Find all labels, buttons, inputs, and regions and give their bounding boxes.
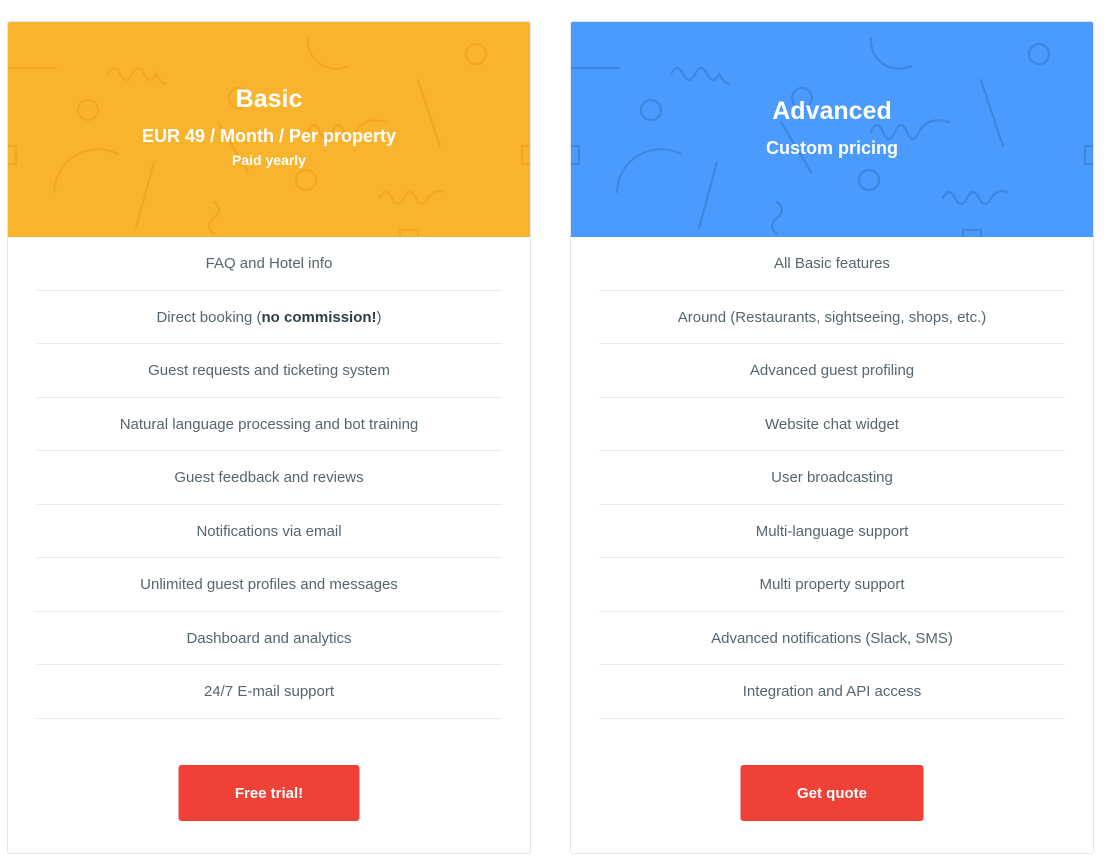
feature-item: Direct booking (no commission!) [36, 291, 502, 344]
feature-list: FAQ and Hotel info Direct booking (no co… [8, 237, 530, 719]
feature-item: Multi property support [599, 558, 1065, 612]
plan-header-advanced: Advanced Custom pricing [571, 22, 1093, 237]
feature-item: Natural language processing and bot trai… [36, 398, 502, 451]
feature-item: 24/7 E-mail support [36, 665, 502, 719]
feature-item: FAQ and Hotel info [36, 237, 502, 291]
plan-name: Advanced [772, 97, 892, 125]
free-trial-button[interactable]: Free trial! [178, 765, 360, 821]
plan-name: Basic [235, 85, 303, 113]
plan-price: Custom pricing [765, 138, 898, 158]
feature-item: Advanced guest profiling [599, 344, 1065, 398]
feature-highlight: no commission! [261, 308, 377, 326]
feature-text: Direct booking ( [156, 308, 262, 326]
feature-item: Guest requests and ticketing system [36, 344, 502, 398]
feature-list: All Basic features Around (Restaurants, … [571, 237, 1093, 719]
feature-item: Multi-language support [599, 505, 1065, 558]
feature-item: Website chat widget [599, 398, 1065, 451]
feature-item: Advanced notifications (Slack, SMS) [599, 612, 1065, 665]
pricing-card-basic: Basic EUR 49 / Month / Per property Paid… [7, 21, 531, 854]
plan-price: EUR 49 / Month / Per property [141, 126, 397, 146]
feature-text: ) [376, 308, 382, 326]
pricing-card-advanced: Advanced Custom pricing All Basic featur… [570, 21, 1094, 854]
plan-header-basic: Basic EUR 49 / Month / Per property Paid… [8, 22, 530, 237]
feature-item: Integration and API access [599, 665, 1065, 719]
feature-item: All Basic features [599, 237, 1065, 291]
get-quote-button[interactable]: Get quote [740, 765, 924, 821]
feature-item: Unlimited guest profiles and messages [36, 558, 502, 612]
feature-item: Guest feedback and reviews [36, 451, 502, 505]
feature-item: Notifications via email [36, 505, 502, 558]
billing-note: Paid yearly [232, 152, 306, 168]
feature-item: User broadcasting [599, 451, 1065, 505]
feature-item: Dashboard and analytics [36, 612, 502, 665]
feature-item: Around (Restaurants, sightseeing, shops,… [599, 291, 1065, 344]
